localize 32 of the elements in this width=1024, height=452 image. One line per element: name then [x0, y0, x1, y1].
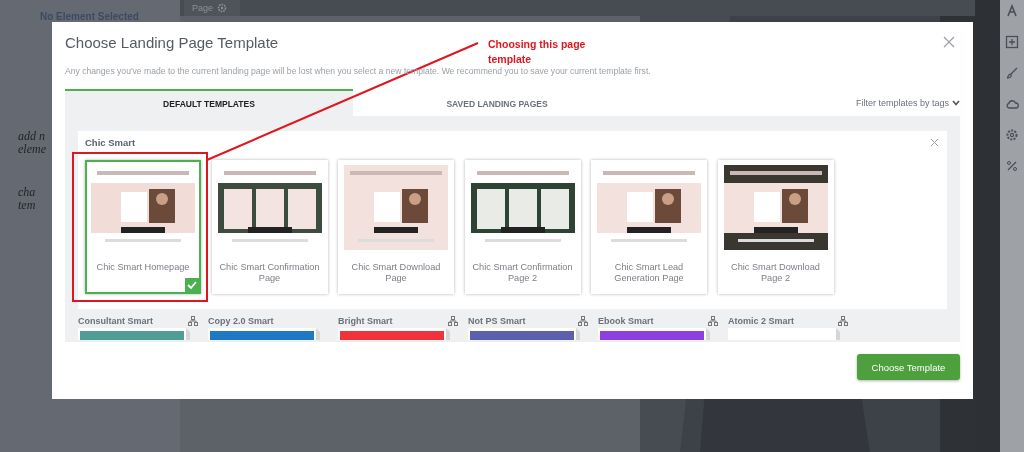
template-card[interactable]: Chic Smart Confirmation Page [211, 160, 328, 294]
settings-icon[interactable] [217, 3, 228, 13]
template-name: Chic Smart Download Page [350, 262, 442, 284]
template-name: Chic Smart Confirmation Page 2 [471, 262, 574, 284]
template-card[interactable]: Chic Smart Download Page [338, 160, 454, 294]
text-icon[interactable] [1005, 4, 1019, 18]
sitemap-icon[interactable] [188, 315, 198, 326]
group-title[interactable]: Ebook Smart [598, 315, 654, 326]
template-name: Chic Smart Confirmation Page [218, 262, 321, 284]
template-name: Chic Smart Homepage [95, 262, 191, 273]
handwritten-note: eleme [18, 143, 46, 156]
sitemap-icon[interactable] [578, 315, 588, 326]
group-title[interactable]: Consultant Smart [78, 315, 153, 326]
dialog-title: Choose Landing Page Template [65, 33, 279, 51]
handwritten-note: cha [18, 186, 36, 199]
sitemap-icon[interactable] [448, 315, 458, 326]
settings-icon[interactable] [1005, 128, 1019, 142]
cloud-icon[interactable] [1005, 97, 1019, 111]
percent-icon[interactable] [1005, 159, 1019, 173]
brush-icon[interactable] [1005, 66, 1019, 80]
annotation-text: Choosing this page template [488, 37, 587, 67]
handwritten-note: tem [18, 199, 36, 212]
group-title[interactable]: Bright Smart [338, 315, 393, 326]
group-title: Chic Smart [85, 137, 136, 148]
group-title[interactable]: Not PS Smart [468, 315, 526, 326]
template-card[interactable]: Chic Smart Homepage [85, 160, 201, 294]
handwritten-note: add n [18, 130, 45, 143]
add-icon[interactable] [1005, 35, 1019, 49]
template-card[interactable]: Chic Smart Confirmation Page 2 [464, 160, 581, 294]
group-title[interactable]: Copy 2.0 Smart [208, 315, 274, 326]
tab[interactable]: DEFAULT TEMPLATES [65, 89, 353, 116]
checkmark-icon [185, 278, 199, 292]
